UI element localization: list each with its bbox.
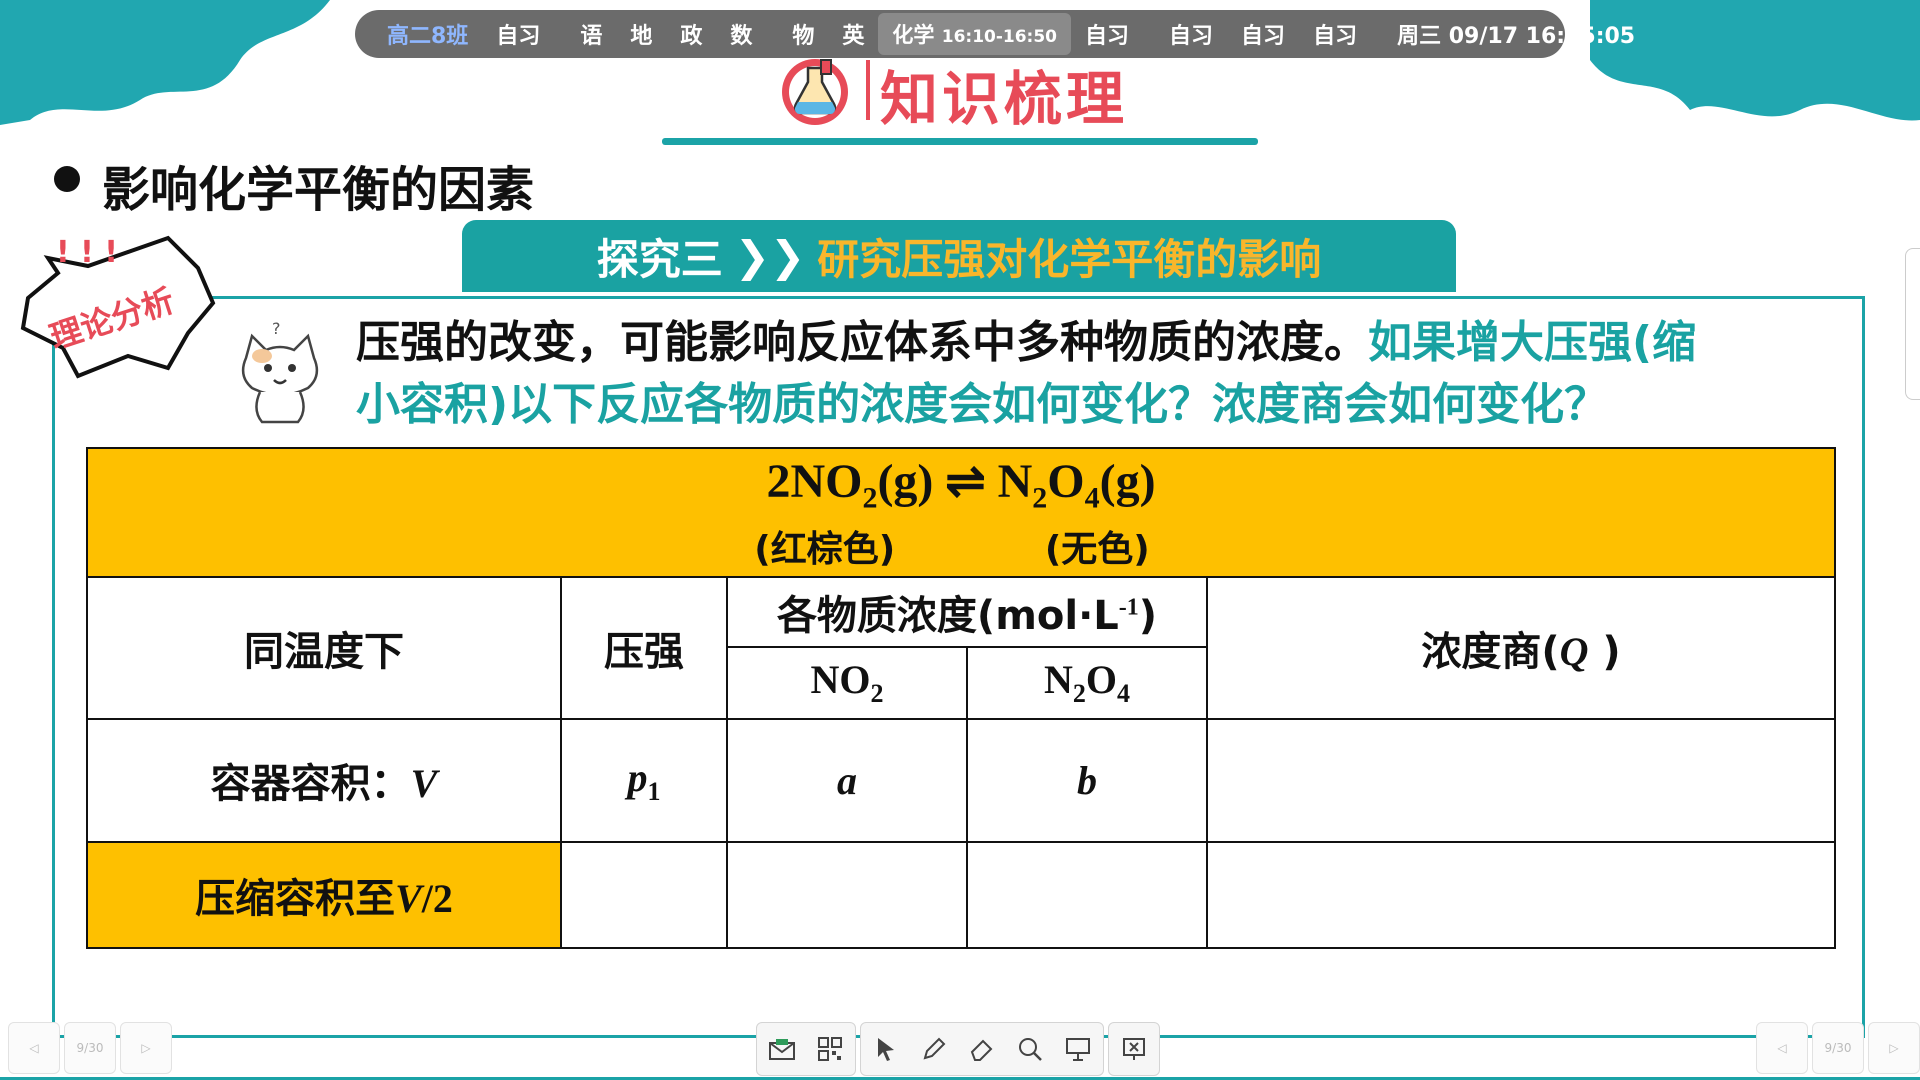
banner-topic: 研究压强对化学平衡的影响 [817, 234, 1322, 284]
schedule-slot: 自习 [1169, 24, 1214, 49]
equilibrium-arrow-icon: ⇌ [945, 454, 986, 508]
toolbar-group [860, 1022, 1104, 1076]
qr-code-icon[interactable] [813, 1032, 847, 1066]
header-concentration: 各物质浓度(mol·L-1) [726, 575, 1208, 648]
row1-n2o4: b [966, 718, 1208, 843]
pointer-icon[interactable] [869, 1032, 903, 1066]
schedule-slot: 英 [842, 24, 865, 49]
active-time: 16:10-16:50 [941, 27, 1058, 47]
class-name: 高二8班 [387, 24, 469, 49]
exit-presentation-icon[interactable] [1117, 1032, 1151, 1066]
class-schedule-bar: 高二8班 自习 语 地 政 数 物 英 化学 16:10-16:50 自习 自习… [355, 10, 1635, 58]
schedule-slot: 自习 [1313, 24, 1358, 49]
row2-no2 [726, 840, 968, 950]
paragraph-statement: 压强的改变，可能影响反应体系中多种物质的浓度。 [356, 317, 1368, 368]
schedule-slot: 语 [580, 24, 603, 49]
equilibrium-table: 2NO2(g) ⇌ N2O4(g) (红棕色) (无色) 同温度下 压强 各物质… [85, 447, 1837, 950]
inquiry-banner: 探究三 ❯❯ 研究压强对化学平衡的影响 [462, 220, 1456, 292]
page-indicator: 9/30 [1812, 1022, 1864, 1074]
question-paragraph: 压强的改变，可能影响反应体系中多种物质的浓度。如果增大压强(缩小容积)以下反应各… [356, 312, 1736, 436]
row2-quotient [1205, 840, 1837, 950]
flask-icon [782, 59, 848, 125]
header-quotient: 浓度商(Q ) [1205, 575, 1837, 721]
theory-analysis-sticker: ! ! ! 理论分析 [20, 235, 216, 379]
equation-colors: (红棕色) (无色) [89, 520, 1833, 572]
prev-page-icon[interactable]: ◁ [1756, 1022, 1808, 1074]
active-subject: 化学 [892, 23, 935, 47]
left-page-nav: ◁ 9/30 ▷ [8, 1022, 172, 1076]
mail-icon[interactable] [765, 1032, 799, 1066]
toolbar-group [756, 1022, 856, 1076]
chemical-equation: 2NO2(g) ⇌ N2O4(g) [766, 454, 1156, 515]
schedule-slot: 地 [630, 24, 653, 49]
whiteboard-icon[interactable] [1061, 1032, 1095, 1066]
schedule-slot-active: 化学 16:10-16:50 [878, 13, 1072, 55]
toolbar-group [1108, 1022, 1160, 1076]
pen-icon[interactable] [917, 1032, 951, 1066]
bullet-icon [54, 166, 80, 192]
next-page-icon[interactable]: ▷ [120, 1022, 172, 1074]
row2-n2o4 [966, 840, 1208, 950]
presentation-toolbar [756, 1022, 1164, 1076]
schedule-slot: 自习 [1241, 24, 1286, 49]
table-row: 容器容积：V p1 a b [86, 718, 1837, 843]
search-icon[interactable] [1013, 1032, 1047, 1066]
row2-condition: 压缩容积至V/2 [86, 840, 562, 950]
title-underline [662, 138, 1258, 145]
clock: 周三 09/17 16:35:05 [1397, 24, 1636, 49]
row2-pressure [560, 840, 728, 950]
row1-condition: 容器容积：V [86, 718, 562, 843]
page-title: 知识梳理 [880, 65, 1129, 133]
prev-page-icon[interactable]: ◁ [8, 1022, 60, 1074]
header-n2o4: N2O4 [966, 645, 1208, 721]
svg-text:! ! !: ! ! ! [56, 235, 118, 270]
row1-quotient [1205, 718, 1837, 843]
double-chevron-icon: ❯❯ [734, 231, 806, 281]
schedule-slot: 自习 [1085, 24, 1130, 49]
row1-pressure: p1 [560, 718, 728, 843]
n2o4-color-label: (无色) [1044, 528, 1150, 570]
header-no2: NO2 [726, 645, 968, 721]
right-page-nav: ◁ 9/30 ▷ [1756, 1022, 1920, 1076]
cat-mascot-icon: ? [241, 319, 319, 424]
page-indicator: 9/30 [64, 1022, 116, 1074]
row1-no2: a [726, 718, 968, 843]
table-row: 压缩容积至V/2 [86, 840, 1837, 950]
equation-cell: 2NO2(g) ⇌ N2O4(g) (红棕色) (无色) [85, 447, 1837, 578]
side-panel-tab[interactable] [1905, 248, 1920, 400]
svg-text:?: ? [272, 319, 281, 338]
schedule-slot: 物 [792, 24, 815, 49]
eraser-icon[interactable] [965, 1032, 999, 1066]
header-condition: 同温度下 [86, 575, 562, 721]
next-page-icon[interactable]: ▷ [1868, 1022, 1920, 1074]
schedule-slot: 政 [680, 24, 703, 49]
schedule-slot: 数 [730, 24, 753, 49]
title-divider [866, 60, 870, 120]
no2-color-label: (红棕色) [754, 528, 896, 570]
header-pressure: 压强 [560, 575, 728, 721]
section-heading: 影响化学平衡的因素 [102, 162, 535, 218]
banner-label: 探究三 [596, 234, 723, 284]
schedule-slot: 自习 [496, 24, 541, 49]
